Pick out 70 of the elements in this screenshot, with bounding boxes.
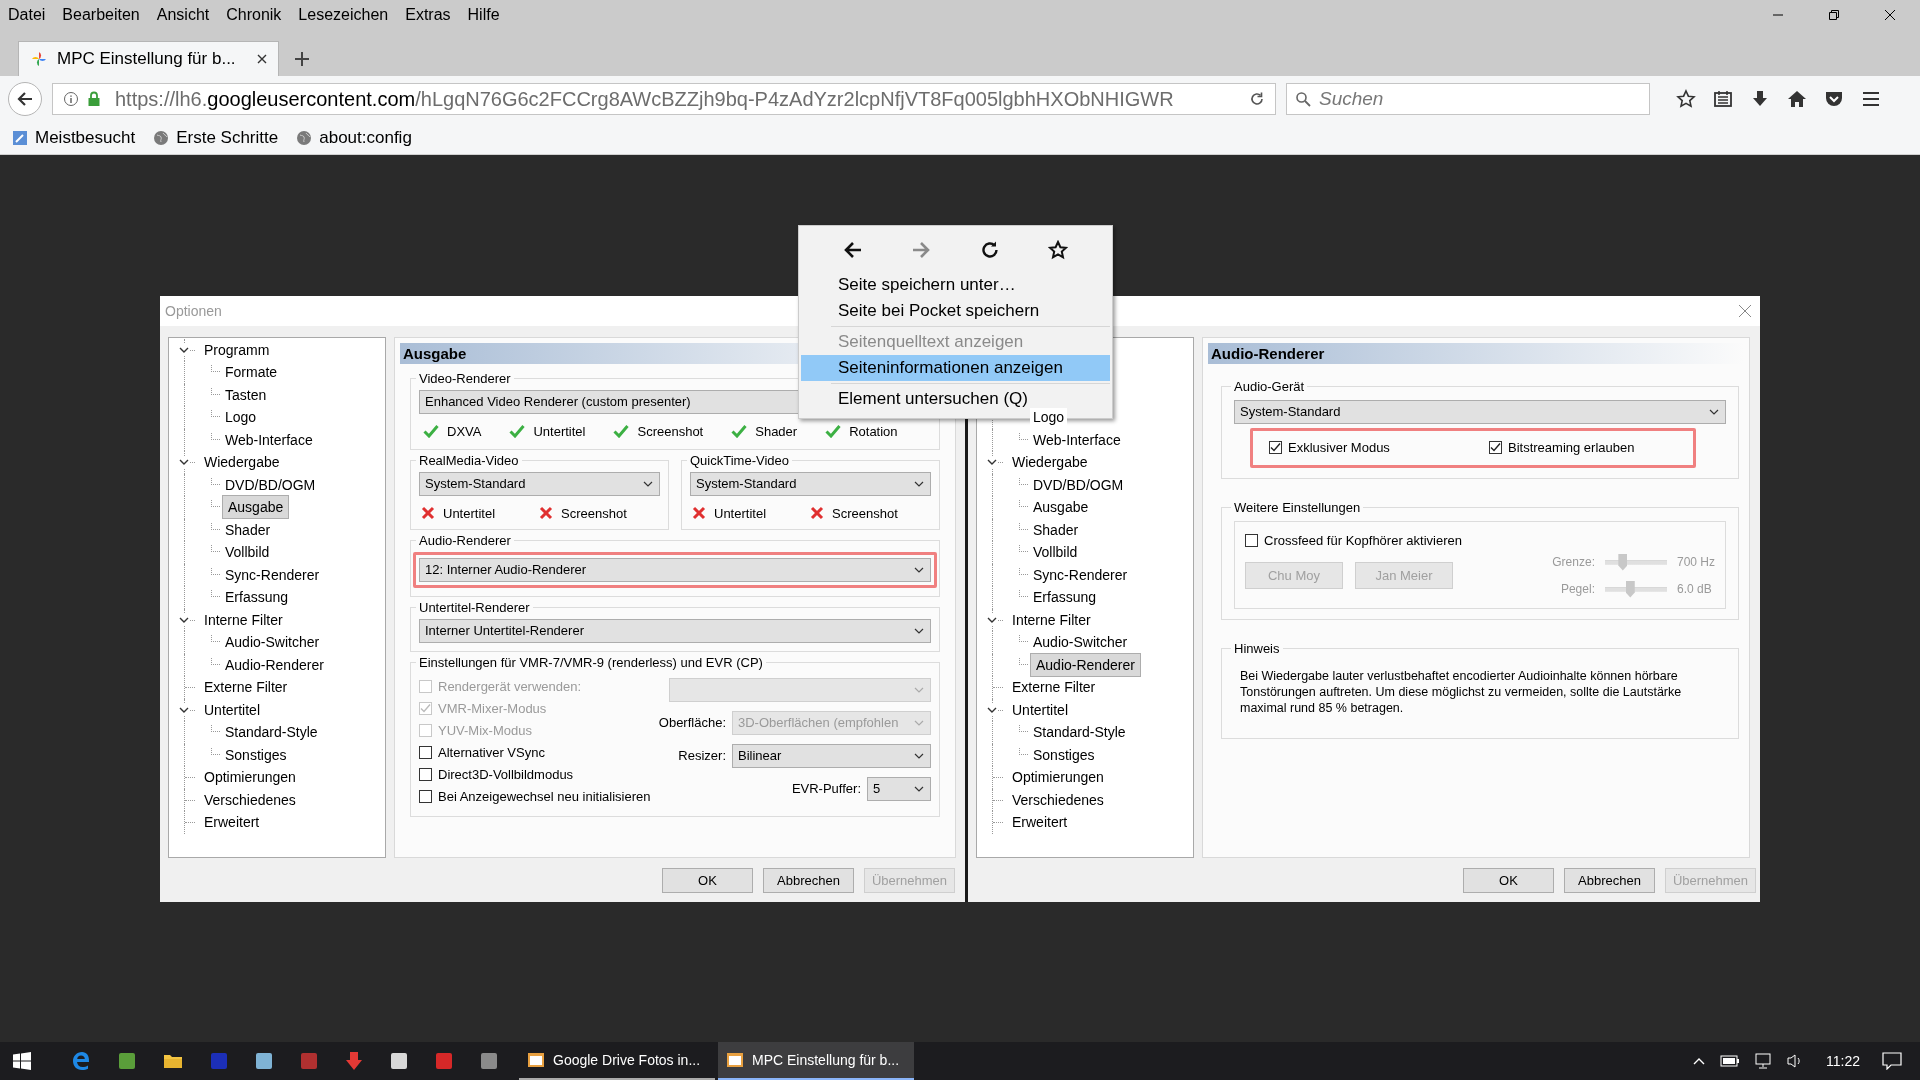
slider-value: 6.0 dB [1676, 582, 1712, 596]
feature-label: Untertitel [533, 423, 586, 439]
feature-label: Screenshot [832, 505, 898, 521]
dropdown[interactable]: 5 [867, 776, 931, 801]
menu-item[interactable]: Seiteninformationen anzeigen [801, 355, 1110, 381]
checkbox-label: Crossfeed für Kopfhörer aktivieren [1264, 533, 1462, 548]
dropdown[interactable]: System-Standard [419, 471, 660, 496]
dropdown[interactable]: Interner Untertitel-Renderer [419, 618, 931, 643]
dropdown[interactable]: 12: Interner Audio-Renderer [419, 557, 931, 582]
browser-tab[interactable]: MPC Einstellung für b... [18, 41, 279, 76]
slider-label: Grenze: [1551, 555, 1595, 569]
dialog-button[interactable]: OK [662, 867, 753, 893]
group-label: QuickTime-Video [689, 452, 790, 468]
menu-item[interactable]: Hilfe [467, 6, 500, 24]
feature-label: DXVA [447, 423, 482, 439]
group-label: Weitere Einstellungen [1233, 499, 1362, 515]
menu-item[interactable]: Seite speichern unter… [801, 272, 1110, 298]
tree-item[interactable]: Logo [1030, 408, 1068, 427]
group-label: Audio-Renderer [418, 532, 512, 548]
feature-label: Screenshot [561, 505, 627, 521]
checkbox-label: Bitstreaming erlauben [1508, 440, 1635, 455]
checkbox-label: Exklusiver Modus [1288, 440, 1390, 455]
clock[interactable]: 11:22 [1826, 1053, 1860, 1069]
taskbar-button[interactable]: MPC Einstellung für b... [718, 1042, 914, 1080]
field-label: Resizer: [678, 748, 726, 763]
menu-item[interactable]: Lesezeichen [298, 6, 389, 24]
menu-item[interactable]: Bearbeiten [62, 6, 140, 24]
url-text: https://lh6.googleusercontent.com/hLgqN76G6c2FCCrg8AWcBZZjh9bq-P4zAdYzr2lcpNfjVT8Fq005lgbhHXObNHIGWR [115, 87, 1175, 111]
search-field[interactable]: Suchen [1286, 83, 1650, 115]
feature-label: Untertitel [443, 505, 496, 521]
group-label: Einstellungen für VMR-7/VMR-9 (renderless) und EVR (CP) [418, 654, 764, 670]
feature-label: Rotation [849, 423, 898, 439]
feature-label: Screenshot [637, 423, 704, 439]
checkbox-label: Alternativer VSync [438, 745, 545, 760]
slider-label: Pegel: [1559, 582, 1595, 596]
field-label: EVR-Puffer: [791, 781, 861, 796]
note-text: Bei Wiedergabe lauter verlustbehaftet encodierter Audioinhalte können hörbare Tonstörungen auftreten. Um diese möglichst zu vermeiden, sollte die Lautstärke maximal rund 85 % betragen. [1240, 667, 1683, 716]
field-label: Oberfläche: [658, 715, 726, 730]
menu-item[interactable]: Seite bei Pocket speichern [801, 298, 1110, 324]
group-label: Hinweis [1233, 640, 1281, 656]
bookmark-link[interactable]: Erste Schritte [176, 128, 279, 148]
menu-item[interactable]: Datei [8, 6, 46, 24]
dialog-button[interactable]: OK [1463, 867, 1554, 893]
checkbox-label: Rendergerät verwenden: [438, 679, 582, 694]
checkbox-label: Bei Anzeigewechsel neu initialisieren [438, 789, 651, 804]
taskbar-button[interactable]: Google Drive Fotos in... [519, 1042, 715, 1080]
bookmark-link[interactable]: Meistbesucht [35, 128, 136, 148]
group-label: RealMedia-Video [418, 452, 520, 468]
dialog-button[interactable]: Abbrechen [1564, 867, 1655, 893]
dialog-button[interactable]: Abbrechen [763, 867, 854, 893]
menu-item[interactable]: Ansicht [156, 6, 210, 24]
dialog-title: Optionen [165, 302, 222, 319]
tree-item[interactable]: Ausgabe [222, 495, 290, 520]
dropdown[interactable]: System-Standard [690, 471, 931, 496]
menu-item[interactable]: Extras [405, 6, 451, 24]
feature-label: Untertitel [714, 505, 767, 521]
checkbox-label: VMR-Mixer-Modus [438, 701, 547, 716]
menu-item[interactable]: Chronik [226, 6, 282, 24]
bookmark-link[interactable]: about:config [319, 128, 412, 148]
group-label: Untertitel-Renderer [418, 599, 531, 615]
group-label: Audio-Gerät [1233, 378, 1306, 394]
checkbox-label: Direct3D-Vollbildmodus [438, 767, 574, 782]
address-field[interactable]: https://lh6.googleusercontent.com/hLgqN76G6c2FCCrg8AWcBZZjh9bq-P4zAdYzr2lcpNfjVT8Fq005lgbhHXObNHIGWR [52, 83, 1276, 115]
tree-item[interactable]: Audio-Renderer [1030, 652, 1141, 677]
checkbox-label: YUV-Mix-Modus [438, 723, 532, 738]
dropdown[interactable]: Bilinear [732, 743, 931, 768]
feature-label: Shader [755, 423, 798, 439]
dropdown[interactable]: System-Standard [1234, 399, 1726, 424]
group-label: Video-Renderer [418, 370, 512, 386]
slider-value: 700 Hz [1676, 555, 1715, 569]
